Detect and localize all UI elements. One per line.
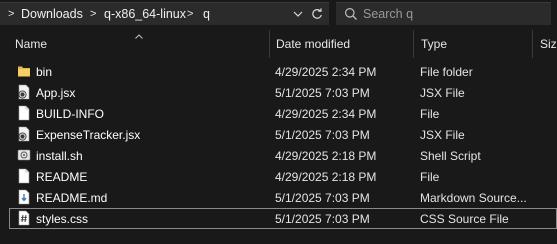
address-bar[interactable]: > Downloads > q-x86_64-linux > q xyxy=(0,2,329,25)
file-row-readme[interactable]: README 4/29/2025 2:18 PM File xyxy=(9,166,557,187)
file-row-readme-md[interactable]: README.md 5/1/2025 7:03 PM Markdown Sour… xyxy=(9,187,557,208)
file-row-app-jsx[interactable]: App.jsx 5/1/2025 7:03 PM JSX File xyxy=(9,82,557,103)
column-header-type[interactable]: Type xyxy=(421,37,447,51)
file-type: Shell Script xyxy=(420,149,481,163)
breadcrumb-downloads[interactable]: Downloads xyxy=(21,7,83,21)
file-icon xyxy=(17,105,31,121)
column-divider[interactable] xyxy=(413,30,414,58)
css-file-icon xyxy=(17,210,31,226)
jsx-file-icon xyxy=(17,84,31,100)
file-type: JSX File xyxy=(420,86,465,100)
file-date: 5/1/2025 7:03 PM xyxy=(275,191,370,205)
file-date: 4/29/2025 2:18 PM xyxy=(275,149,377,163)
file-type: CSS Source File xyxy=(420,212,509,226)
column-divider[interactable] xyxy=(532,30,533,58)
search-input[interactable]: Search q xyxy=(336,2,551,25)
search-placeholder: Search q xyxy=(363,7,414,21)
sort-ascending-icon xyxy=(134,30,144,39)
breadcrumb-q-x86-64-linux[interactable]: q-x86_64-linux xyxy=(104,7,186,21)
file-row-build-info[interactable]: BUILD-INFO 4/29/2025 2:34 PM File xyxy=(9,103,557,124)
file-type: File folder xyxy=(420,65,473,79)
file-name: bin xyxy=(36,65,53,79)
file-date: 4/29/2025 2:34 PM xyxy=(275,65,377,79)
file-explorer-window: > Downloads > q-x86_64-linux > q Search … xyxy=(0,0,557,244)
file-name: ExpenseTracker.jsx xyxy=(36,128,141,142)
file-type: File xyxy=(420,170,440,184)
breadcrumb-separator[interactable]: > xyxy=(8,7,14,21)
file-name: BUILD-INFO xyxy=(36,107,105,121)
file-row-styles-css[interactable]: styles.css 5/1/2025 7:03 PM CSS Source F… xyxy=(9,208,557,229)
file-date: 4/29/2025 2:34 PM xyxy=(275,107,377,121)
file-name: install.sh xyxy=(36,149,83,163)
column-header-date-modified[interactable]: Date modified xyxy=(276,37,350,51)
file-date: 5/1/2025 7:03 PM xyxy=(275,212,370,226)
file-name: App.jsx xyxy=(36,86,76,100)
file-date: 4/29/2025 2:18 PM xyxy=(275,170,377,184)
breadcrumb-separator[interactable]: > xyxy=(187,7,193,21)
file-date: 5/1/2025 7:03 PM xyxy=(275,128,370,142)
breadcrumb-separator[interactable]: > xyxy=(90,7,96,21)
column-header-size[interactable]: Size xyxy=(540,37,557,51)
file-name: README.md xyxy=(36,191,108,205)
file-type: File xyxy=(420,107,440,121)
search-icon xyxy=(344,7,358,21)
file-date: 5/1/2025 7:03 PM xyxy=(275,86,370,100)
refresh-icon[interactable] xyxy=(309,5,325,23)
markdown-file-icon xyxy=(17,189,31,205)
file-icon xyxy=(17,168,31,184)
breadcrumb-q[interactable]: q xyxy=(203,7,210,21)
file-name: README xyxy=(36,170,88,184)
chevron-down-icon[interactable] xyxy=(290,5,306,23)
file-type: Markdown Source... xyxy=(420,191,527,205)
file-row-expensetracker-jsx[interactable]: ExpenseTracker.jsx 5/1/2025 7:03 PM JSX … xyxy=(9,124,557,145)
folder-icon xyxy=(17,63,31,79)
file-name: styles.css xyxy=(36,212,89,226)
navigation-bar: > Downloads > q-x86_64-linux > q Search … xyxy=(0,0,557,28)
script-file-icon xyxy=(17,147,31,163)
jsx-file-icon xyxy=(17,126,31,142)
file-row-bin[interactable]: bin 4/29/2025 2:34 PM File folder xyxy=(9,61,557,82)
column-header: Name Date modified Type Size xyxy=(0,30,557,58)
column-header-name[interactable]: Name xyxy=(15,37,47,51)
file-type: JSX File xyxy=(420,128,465,142)
column-divider[interactable] xyxy=(269,30,270,58)
file-row-install-sh[interactable]: install.sh 4/29/2025 2:18 PM Shell Scrip… xyxy=(9,145,557,166)
